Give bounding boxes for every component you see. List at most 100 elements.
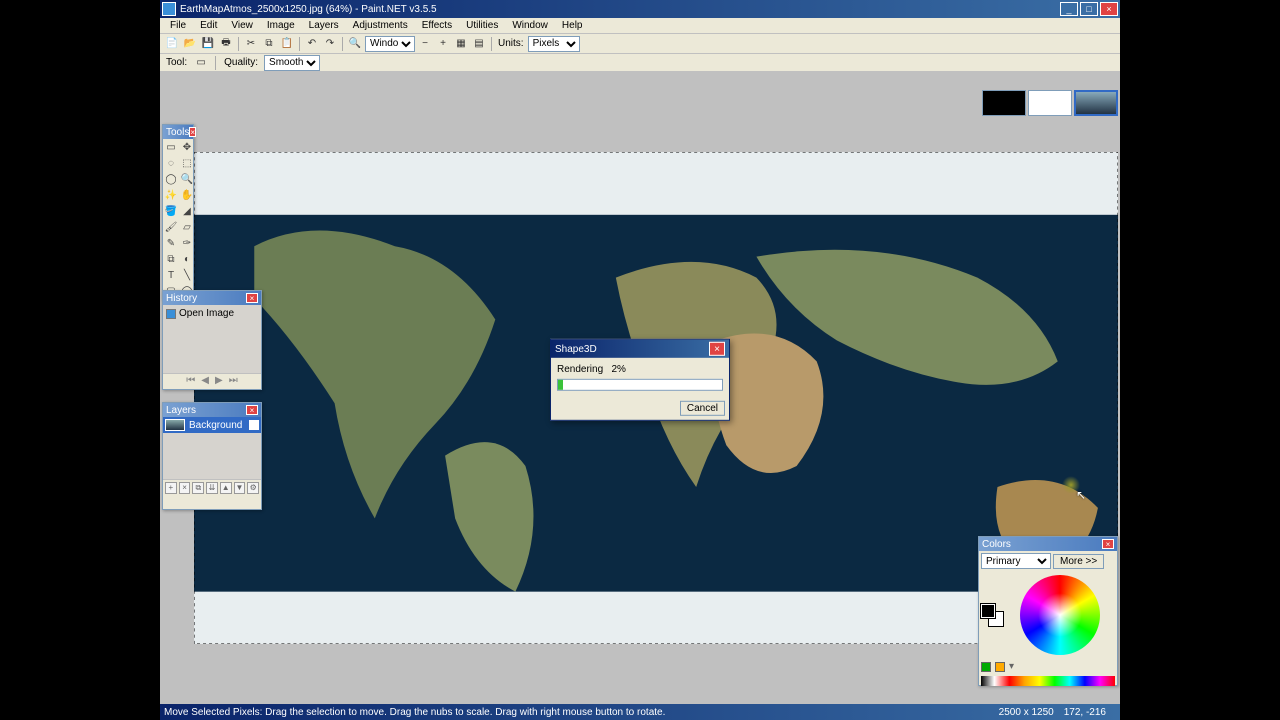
text-tool[interactable]: T bbox=[163, 267, 179, 283]
move-down-icon[interactable]: ▼ bbox=[234, 482, 246, 494]
redo-icon[interactable]: ↷ bbox=[322, 36, 338, 52]
zoom-out-icon[interactable]: − bbox=[417, 36, 433, 52]
grid-icon[interactable]: ▦ bbox=[453, 36, 469, 52]
units-select[interactable]: Pixels bbox=[528, 36, 580, 52]
close-icon[interactable]: × bbox=[189, 127, 196, 137]
line-tool[interactable]: ╲ bbox=[179, 267, 195, 283]
move-up-icon[interactable]: ▲ bbox=[220, 482, 232, 494]
layers-panel-header[interactable]: Layers × bbox=[163, 403, 261, 417]
status-hint: Move Selected Pixels: Drag the selection… bbox=[164, 707, 665, 718]
brush-tool[interactable]: 🖌 bbox=[163, 219, 179, 235]
last-icon[interactable]: ⏭ bbox=[229, 375, 238, 386]
lasso-tool[interactable]: ◌ bbox=[163, 155, 179, 171]
next-icon[interactable]: ▶ bbox=[215, 375, 223, 386]
history-panel[interactable]: History × Open Image ⏮ ◀ ▶ ⏭ bbox=[162, 290, 262, 390]
menu-bar: File Edit View Image Layers Adjustments … bbox=[160, 18, 1120, 34]
minimize-button[interactable]: _ bbox=[1060, 2, 1078, 16]
delete-layer-icon[interactable]: × bbox=[179, 482, 191, 494]
pencil-tool[interactable]: ✎ bbox=[163, 235, 179, 251]
doc-thumb-active[interactable] bbox=[1074, 90, 1118, 116]
clone-tool[interactable]: ⧉ bbox=[163, 251, 179, 267]
recolor-tool[interactable]: ◐ bbox=[179, 251, 195, 267]
menu-edit[interactable]: Edit bbox=[194, 19, 223, 32]
more-button[interactable]: More >> bbox=[1053, 554, 1104, 569]
history-item[interactable]: Open Image bbox=[165, 307, 259, 320]
open-icon[interactable]: 📂 bbox=[182, 36, 198, 52]
move-tool-icon[interactable]: ▭ bbox=[193, 55, 209, 71]
menu-help[interactable]: Help bbox=[556, 19, 589, 32]
menu-adjustments[interactable]: Adjustments bbox=[347, 19, 414, 32]
title-bar[interactable]: EarthMapAtmos_2500x1250.jpg (64%) - Pain… bbox=[160, 0, 1120, 18]
eraser-tool[interactable]: ▱ bbox=[179, 219, 195, 235]
color-mode-select[interactable]: Primary bbox=[981, 553, 1051, 569]
add-layer-icon[interactable]: + bbox=[165, 482, 177, 494]
cancel-button[interactable]: Cancel bbox=[680, 401, 725, 416]
doc-thumb[interactable] bbox=[1028, 90, 1072, 116]
zoom-in-icon[interactable]: + bbox=[435, 36, 451, 52]
close-icon[interactable]: × bbox=[246, 293, 258, 303]
colors-panel[interactable]: Colors × Primary More >> ▾ bbox=[978, 536, 1118, 686]
layer-item[interactable]: Background ✓ bbox=[163, 417, 261, 433]
primary-color-swatch[interactable] bbox=[981, 604, 995, 618]
separator bbox=[215, 56, 216, 70]
tools-panel-header[interactable]: Tools × bbox=[163, 125, 193, 139]
layers-panel[interactable]: Layers × Background ✓ + × ⧉ ⇊ ▲ ▼ ⚙ bbox=[162, 402, 262, 510]
ruler-icon[interactable]: ▤ bbox=[471, 36, 487, 52]
close-icon[interactable]: × bbox=[1102, 539, 1114, 549]
palette-menu-icon[interactable]: ▾ bbox=[1009, 661, 1014, 672]
color-spectrum[interactable] bbox=[981, 676, 1115, 686]
magic-wand-tool[interactable]: ✨ bbox=[163, 187, 179, 203]
menu-image[interactable]: Image bbox=[261, 19, 301, 32]
zoom-icon[interactable]: 🔍 bbox=[347, 36, 363, 52]
menu-layers[interactable]: Layers bbox=[303, 19, 345, 32]
separator bbox=[491, 37, 492, 51]
move-tool[interactable]: ✥ bbox=[179, 139, 195, 155]
ellipse-select-tool[interactable]: ◯ bbox=[163, 171, 179, 187]
maximize-button[interactable]: □ bbox=[1080, 2, 1098, 16]
separator bbox=[238, 37, 239, 51]
new-icon[interactable]: 📄 bbox=[164, 36, 180, 52]
print-icon[interactable]: 🖶 bbox=[218, 36, 234, 52]
merge-layer-icon[interactable]: ⇊ bbox=[206, 482, 218, 494]
dialog-titlebar[interactable]: Shape3D × bbox=[551, 340, 729, 358]
quality-select[interactable]: Smooth bbox=[264, 55, 320, 71]
picker-tool[interactable]: ✑ bbox=[179, 235, 195, 251]
close-button[interactable]: × bbox=[1100, 2, 1118, 16]
paste-icon[interactable]: 📋 bbox=[279, 36, 295, 52]
move-sel-tool[interactable]: ⬚ bbox=[179, 155, 195, 171]
color-wheel[interactable] bbox=[1020, 575, 1100, 655]
menu-window[interactable]: Window bbox=[506, 19, 554, 32]
menu-utilities[interactable]: Utilities bbox=[460, 19, 504, 32]
title-text: EarthMapAtmos_2500x1250.jpg (64%) - Pain… bbox=[180, 4, 1060, 15]
save-icon[interactable]: 💾 bbox=[200, 36, 216, 52]
undo-icon[interactable]: ↶ bbox=[304, 36, 320, 52]
pan-tool[interactable]: ✋ bbox=[179, 187, 195, 203]
close-icon[interactable]: × bbox=[246, 405, 258, 415]
rect-select-tool[interactable]: ▭ bbox=[163, 139, 179, 155]
copy-icon[interactable]: ⧉ bbox=[261, 36, 277, 52]
menu-file[interactable]: File bbox=[164, 19, 192, 32]
primary-secondary-swatch[interactable] bbox=[981, 604, 1003, 626]
history-panel-header[interactable]: History × bbox=[163, 291, 261, 305]
bucket-tool[interactable]: 🪣 bbox=[163, 203, 179, 219]
tools-panel[interactable]: Tools × ▭ ✥ ◌ ⬚ ◯ 🔍 ✨ ✋ 🪣 ◢ 🖌 ▱ ✎ ✑ ⧉ ◐ bbox=[162, 124, 194, 300]
properties-icon[interactable]: ⚙ bbox=[247, 482, 259, 494]
palette-swatch[interactable] bbox=[995, 662, 1005, 672]
layers-panel-title: Layers bbox=[166, 405, 196, 416]
colors-panel-header[interactable]: Colors × bbox=[979, 537, 1117, 551]
zoom-tool[interactable]: 🔍 bbox=[179, 171, 195, 187]
progress-dialog[interactable]: Shape3D × Rendering 2% Cancel bbox=[550, 339, 730, 421]
doc-thumb[interactable] bbox=[982, 90, 1026, 116]
layer-visible-checkbox[interactable]: ✓ bbox=[249, 420, 259, 430]
zoom-select[interactable]: Window bbox=[365, 36, 415, 52]
prev-icon[interactable]: ◀ bbox=[201, 375, 209, 386]
palette-swatch[interactable] bbox=[981, 662, 991, 672]
menu-effects[interactable]: Effects bbox=[416, 19, 458, 32]
cut-icon[interactable]: ✂ bbox=[243, 36, 259, 52]
gradient-tool[interactable]: ◢ bbox=[179, 203, 195, 219]
first-icon[interactable]: ⏮ bbox=[186, 375, 195, 386]
duplicate-layer-icon[interactable]: ⧉ bbox=[192, 482, 204, 494]
close-icon[interactable]: × bbox=[709, 342, 725, 356]
menu-view[interactable]: View bbox=[225, 19, 259, 32]
document-thumbnails bbox=[982, 90, 1118, 116]
